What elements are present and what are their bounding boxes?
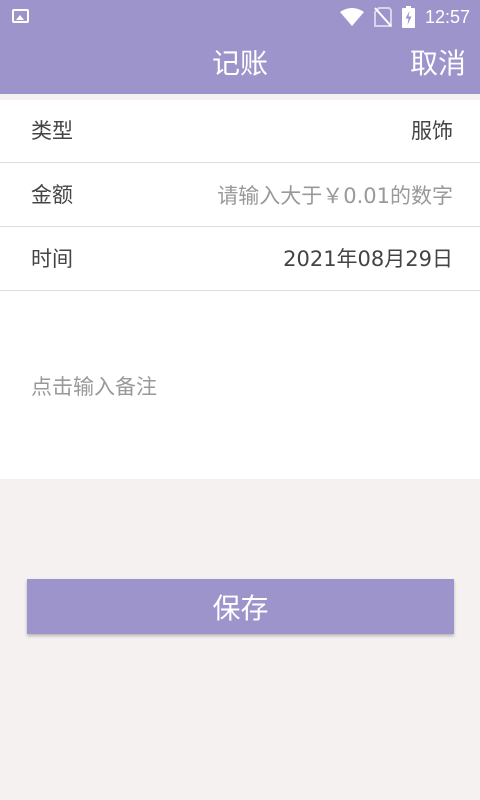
wifi-icon [339, 8, 364, 26]
page-title: 记账 [211, 47, 268, 80]
record-form: 类型 服饰 金额 时间 2021年08月29日 [0, 100, 480, 479]
no-sim-icon [373, 7, 392, 27]
time-row[interactable]: 时间 2021年08月29日 [0, 228, 480, 291]
type-value: 服饰 [411, 119, 453, 143]
status-bar: 12:57 [0, 0, 480, 34]
status-time: 12:57 [424, 6, 470, 27]
status-icons: 12:57 [339, 4, 470, 30]
image-icon [12, 9, 29, 23]
note-input[interactable] [31, 370, 451, 404]
type-row[interactable]: 类型 服饰 [0, 100, 480, 163]
amount-label: 金额 [31, 183, 73, 207]
type-label: 类型 [31, 119, 73, 143]
time-label: 时间 [31, 247, 73, 271]
cancel-button[interactable]: 取消 [410, 34, 466, 94]
battery-charging-icon [401, 6, 415, 28]
time-value: 2021年08月29日 [283, 247, 453, 271]
amount-row: 金额 [0, 164, 480, 227]
amount-input[interactable] [153, 178, 453, 214]
save-button[interactable]: 保存 [27, 579, 454, 634]
app-bar: 记账 取消 [0, 34, 480, 94]
